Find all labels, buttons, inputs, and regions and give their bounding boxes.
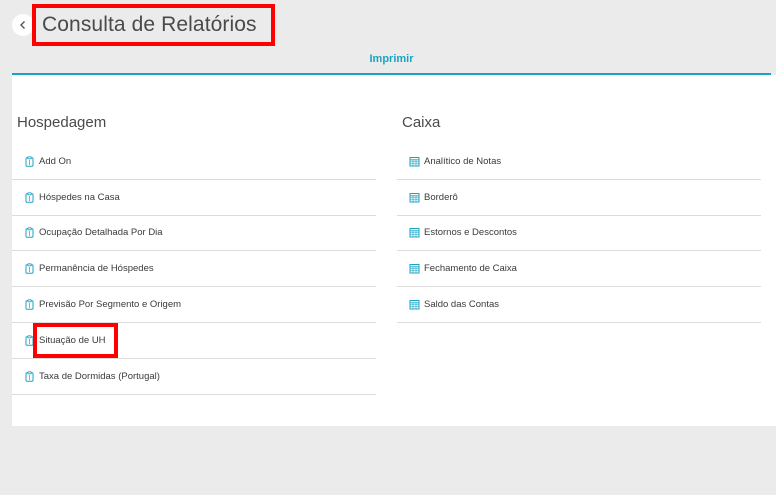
report-item-label: Fechamento de Caixa [424,263,517,275]
report-list-hospedagem: Add On Hóspedes na Casa Ocupação Detalhada… [12,144,376,395]
clipboard-icon [24,227,35,239]
reports-panel: Hospedagem Add On Hóspedes na Casa Ocupaçã… [12,75,776,426]
report-item-saldo-das-contas[interactable]: Saldo das Contas [397,287,761,323]
report-item-situacao-de-uh[interactable]: Situação de UH [12,323,376,359]
report-item-label: Situação de UH [39,334,106,346]
report-item-permanencia-de-hospedes[interactable]: Permanência de Hóspedes [12,251,376,288]
report-item-ocupacao-detalhada-por-dia[interactable]: Ocupação Detalhada Por Dia [12,216,376,252]
tab-bar: Imprimir [12,50,771,75]
report-item-label: Previsão Por Segmento e Origem [39,299,182,311]
calendar-grid-icon [409,156,420,167]
clipboard-icon [24,263,35,274]
report-item-bordero[interactable]: Borderô [397,180,761,216]
report-item-label: Hóspedes na Casa [39,191,120,203]
report-item-add-on[interactable]: Add On [12,144,376,180]
chevron-left-icon [20,21,25,29]
back-button[interactable] [12,14,34,36]
calendar-grid-icon [409,263,420,274]
report-item-label: Add On [39,155,72,167]
calendar-grid-icon [409,299,420,310]
report-item-previsao-por-segmento-e-origem[interactable]: Previsão Por Segmento e Origem [12,287,376,323]
report-item-label: Saldo das Contas [424,299,499,311]
title-highlight: Consulta de Relatórios [32,4,275,46]
report-list-caixa: Analítico de Notas Borderô Estornos e Desc… [397,144,761,323]
report-item-label: Taxa de Dormidas (Portugal) [39,370,160,382]
report-item-label: Analítico de Notas [424,155,502,167]
report-item-taxa-de-dormidas-portugal[interactable]: Taxa de Dormidas (Portugal) [12,359,376,395]
report-item-label: Estornos e Descontos [424,227,517,239]
report-item-analitico-de-notas[interactable]: Analítico de Notas [397,144,761,180]
page-title: Consulta de Relatórios [42,13,257,36]
report-item-fechamento-de-caixa[interactable]: Fechamento de Caixa [397,251,761,288]
report-item-label: Ocupação Detalhada Por Dia [39,227,163,239]
calendar-grid-icon [409,192,420,203]
section-title-caixa: Caixa [402,114,441,131]
clipboard-icon [24,156,35,167]
report-item-hospedes-na-casa[interactable]: Hóspedes na Casa [12,180,376,216]
report-item-estornos-e-descontos[interactable]: Estornos e Descontos [397,216,761,252]
clipboard-icon [24,371,35,382]
clipboard-icon [24,299,35,310]
page-header: Consulta de Relatórios Imprimir [0,0,776,75]
clipboard-icon [24,335,35,346]
report-item-label: Borderô [424,191,458,203]
section-title-hospedagem: Hospedagem [17,114,107,131]
report-item-label: Permanência de Hóspedes [39,263,154,275]
tab-imprimir[interactable]: Imprimir [12,53,771,65]
calendar-grid-icon [409,227,420,238]
clipboard-icon [24,192,35,203]
